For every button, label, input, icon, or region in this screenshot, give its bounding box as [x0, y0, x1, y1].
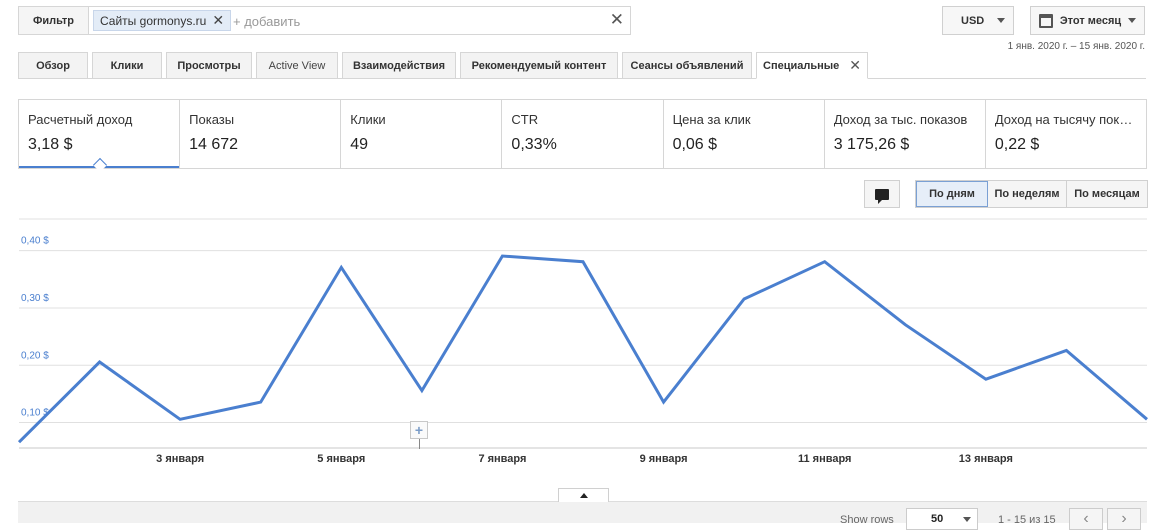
metric-label: Доход на тысячу показов: [994, 112, 1137, 127]
show-rows-label: Show rows: [840, 514, 894, 526]
metric-impression-rpm[interactable]: Доход на тысячу показов 0,22 $: [986, 100, 1146, 168]
next-page-button[interactable]: ›: [1107, 508, 1141, 530]
earnings-line-chart: 0,40 $0,30 $0,20 $0,10 $ 3 января 5 январ…: [17, 218, 1148, 465]
date-range: 1 янв. 2020 г. – 15 янв. 2020 г.: [1007, 41, 1145, 52]
annotation-marker-line: [419, 439, 420, 449]
metric-rpm[interactable]: Доход за тыс. показов 3 175,26 $: [825, 100, 986, 168]
metric-value: 3 175,26 $: [833, 136, 910, 153]
metric-label: Цена за клик: [672, 112, 751, 127]
x-axis-ticks: 3 января 5 января 7 января 9 января 11 январ…: [156, 453, 1013, 465]
chevron-down-icon: [997, 18, 1005, 23]
tab-interactions[interactable]: Взаимодействия: [342, 52, 456, 79]
close-icon[interactable]: ✕: [849, 57, 861, 74]
currency-select[interactable]: USD: [942, 6, 1014, 35]
tab-ad-sessions[interactable]: Сеансы объявлений: [622, 52, 752, 79]
tab-custom[interactable]: Специальные ✕: [756, 52, 868, 79]
chart-grid: [19, 218, 1147, 449]
metric-ctr[interactable]: CTR 0,33%: [502, 100, 664, 168]
metric-value: 3,18 $: [28, 136, 73, 153]
period-select[interactable]: Этот месяц: [1030, 6, 1145, 35]
y-axis-ticks: 0,40 $0,30 $0,20 $0,10 $: [21, 236, 49, 419]
filter-add-input[interactable]: [233, 12, 533, 30]
tab-overview[interactable]: Обзор: [18, 52, 88, 79]
y-tick-label: 0,30 $: [21, 293, 49, 304]
chevron-down-icon: [963, 516, 971, 522]
series-line: [17, 254, 1148, 444]
x-tick-label: 7 января: [478, 453, 526, 465]
pager-range: 1 - 15 из 15: [998, 514, 1056, 526]
currency-value: USD: [961, 14, 985, 27]
metric-value: 0,06 $: [672, 136, 718, 153]
rows-per-page-select[interactable]: 50: [906, 508, 978, 530]
x-tick-label: 11 января: [798, 453, 851, 465]
metric-value: 49: [350, 136, 369, 153]
comment-icon: [875, 188, 889, 204]
clear-filter-icon[interactable]: ✕: [610, 10, 624, 30]
remove-chip-icon[interactable]: ✕: [212, 12, 224, 29]
granularity-toggle: По дням По неделям По месяцам: [915, 180, 1148, 208]
annotations-button[interactable]: [864, 180, 900, 208]
metrics-bar: Расчетный доход 3,18 $ Показы 14 672 Кли…: [18, 99, 1147, 169]
tab-views[interactable]: Просмотры: [166, 52, 252, 79]
add-annotation-button[interactable]: +: [410, 421, 428, 439]
metric-value: 0,22 $: [994, 136, 1040, 153]
y-tick-label: 0,20 $: [21, 350, 49, 361]
rows-per-page-value: 50: [931, 513, 944, 525]
x-tick-label: 3 января: [156, 453, 204, 465]
tab-recommended-content[interactable]: Рекомендуемый контент: [460, 52, 618, 79]
metric-label: Расчетный доход: [28, 112, 133, 127]
granularity-week-button[interactable]: По неделям: [988, 181, 1067, 207]
filter-chip-sites[interactable]: Сайты gormonys.ru ✕: [93, 10, 232, 31]
metric-label: Клики: [350, 112, 386, 127]
metric-clicks[interactable]: Клики 49: [341, 100, 503, 168]
y-tick-label: 0,40 $: [21, 236, 49, 247]
granularity-day-button[interactable]: По дням: [916, 181, 988, 207]
x-tick-label: 13 января: [959, 453, 1013, 465]
metric-label: Доход за тыс. показов: [833, 112, 968, 127]
x-tick-label: 9 января: [640, 453, 688, 465]
chevron-up-icon: [579, 493, 588, 498]
calendar-icon: [1039, 13, 1053, 28]
chart-series: [17, 254, 1148, 444]
metric-impressions[interactable]: Показы 14 672: [180, 100, 342, 168]
filter-bar: Фильтр Сайты gormonys.ru ✕ ✕: [18, 6, 631, 35]
tab-clicks[interactable]: Клики: [92, 52, 162, 79]
granularity-month-button[interactable]: По месяцам: [1067, 181, 1147, 207]
tab-active-view[interactable]: Active View: [256, 52, 338, 79]
metric-value: 0,33%: [511, 136, 557, 153]
metric-label: CTR: [511, 112, 539, 127]
period-value: Этот месяц: [1059, 14, 1122, 27]
metric-label: Показы: [189, 112, 235, 127]
filter-chip-label: Сайты gormonys.ru: [100, 13, 207, 28]
x-tick-label: 5 января: [317, 453, 365, 465]
chevron-down-icon: [1128, 18, 1136, 23]
filter-button[interactable]: Фильтр: [19, 7, 89, 34]
report-tabs: Обзор Клики Просмотры Active View Взаимо…: [18, 52, 868, 79]
tab-custom-label: Специальные: [763, 59, 840, 72]
prev-page-button[interactable]: ‹: [1069, 508, 1103, 530]
metric-cpc[interactable]: Цена за клик 0,06 $: [664, 100, 825, 168]
metric-value: 14 672: [189, 136, 239, 153]
collapse-chart-button[interactable]: [558, 488, 609, 502]
